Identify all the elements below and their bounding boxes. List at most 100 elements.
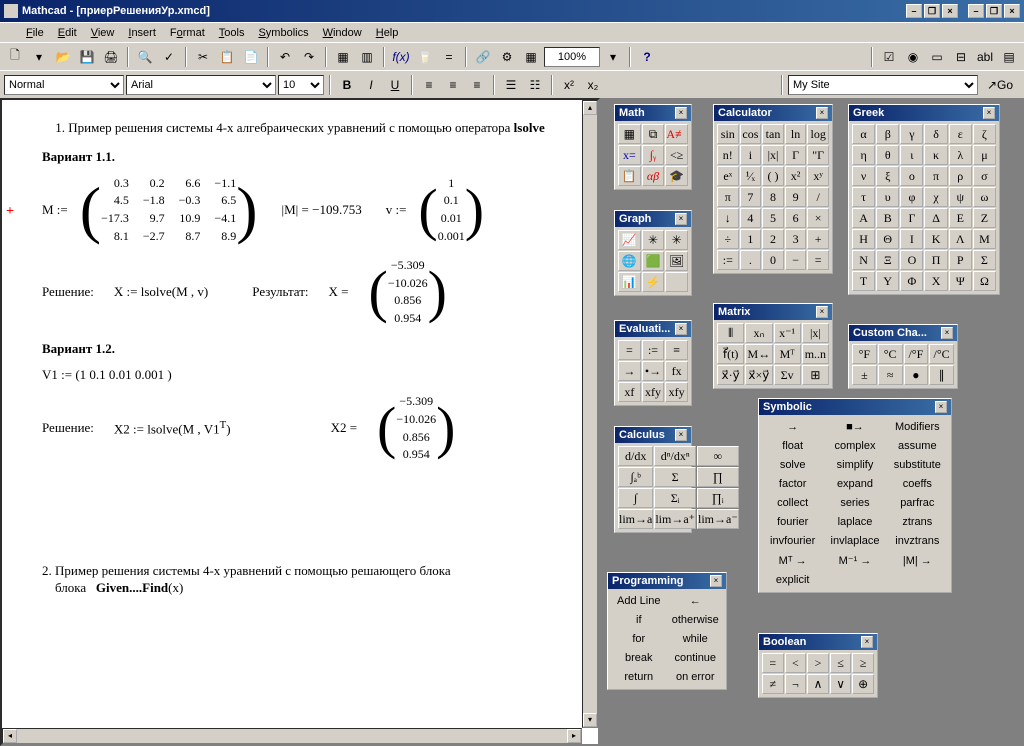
palette-item[interactable]: substitute bbox=[887, 456, 948, 474]
palette-item[interactable]: float bbox=[762, 437, 823, 455]
palette-item[interactable]: coeffs bbox=[887, 475, 948, 493]
graph-btn[interactable]: 🌐 bbox=[618, 251, 641, 271]
menu-symbolics[interactable]: Symbolics bbox=[252, 25, 314, 41]
sup-button[interactable]: x² bbox=[558, 74, 580, 96]
palette-item[interactable]: + bbox=[807, 229, 829, 249]
menu-insert[interactable]: Insert bbox=[122, 25, 162, 41]
palette-item[interactable]: > bbox=[807, 653, 829, 673]
palette-item[interactable]: ≠ bbox=[762, 674, 784, 694]
palette-item[interactable]: / bbox=[807, 187, 829, 207]
palette-item[interactable]: ≈ bbox=[878, 365, 903, 385]
size-select[interactable]: 10 bbox=[278, 75, 324, 95]
document-view[interactable]: + 1. Пример решения системы 4-х алгебраи… bbox=[0, 98, 600, 746]
palette-item[interactable]: invztrans bbox=[887, 532, 948, 550]
palette-item[interactable]: ν bbox=[852, 166, 875, 186]
palette-item[interactable]: Ξ bbox=[876, 250, 899, 270]
palette-item[interactable]: Add Line bbox=[611, 592, 667, 610]
menu-tools[interactable]: Tools bbox=[213, 25, 251, 41]
palette-item[interactable]: xfy bbox=[665, 382, 688, 402]
palette-item[interactable]: ± bbox=[852, 365, 877, 385]
palette-item[interactable] bbox=[887, 571, 948, 589]
pal-push-button[interactable]: ▭ bbox=[926, 46, 948, 68]
palette-item[interactable]: α bbox=[852, 124, 875, 144]
graph-palette[interactable]: Graph× 📈✳✳ 🌐🟩🖼 📊⚡ bbox=[614, 210, 692, 296]
palette-item[interactable]: complex bbox=[824, 437, 885, 455]
palette-item[interactable]: ← bbox=[668, 592, 724, 610]
palette-item[interactable]: Σ bbox=[654, 467, 696, 487]
graph-btn[interactable] bbox=[665, 272, 688, 292]
calc-button[interactable]: = bbox=[438, 46, 460, 68]
palette-item[interactable]: ● bbox=[904, 365, 929, 385]
palette-item[interactable]: = bbox=[762, 653, 784, 673]
graph-btn[interactable]: ⚡ bbox=[642, 272, 665, 292]
palette-item[interactable]: ∞ bbox=[697, 446, 739, 466]
palette-item[interactable]: ∏ bbox=[697, 467, 739, 487]
palette-item[interactable]: . bbox=[740, 250, 762, 270]
menu-format[interactable]: Format bbox=[164, 25, 211, 41]
palette-item[interactable]: × bbox=[807, 208, 829, 228]
palette-item[interactable]: ztrans bbox=[887, 513, 948, 531]
palette-item[interactable]: lim→a bbox=[618, 509, 653, 529]
palette-item[interactable]: /°F bbox=[904, 344, 929, 364]
palette-item[interactable]: Β bbox=[876, 208, 899, 228]
palette-item[interactable]: "Γ bbox=[807, 145, 829, 165]
palette-item[interactable]: collect bbox=[762, 494, 823, 512]
site-select[interactable]: My Site bbox=[788, 75, 978, 95]
pal-slider-button[interactable]: ⊟ bbox=[950, 46, 972, 68]
palette-item[interactable]: on error bbox=[668, 668, 724, 686]
palette-item[interactable]: explicit bbox=[762, 571, 823, 589]
palette-item[interactable]: ■→ bbox=[824, 418, 885, 436]
palette-item[interactable]: − bbox=[785, 250, 807, 270]
go-button[interactable]: ↗Go bbox=[980, 74, 1020, 96]
palette-item[interactable]: 6 bbox=[785, 208, 807, 228]
unit-button[interactable]: 🥛 bbox=[414, 46, 436, 68]
palette-item[interactable]: = bbox=[618, 340, 641, 360]
palette-item[interactable]: |x| bbox=[762, 145, 784, 165]
math-palette[interactable]: Math× ▦⧉A≢ x=∫ᵧ<≥ 📋αβ🎓 bbox=[614, 104, 692, 190]
paste-button[interactable]: 📄 bbox=[240, 46, 262, 68]
palette-item[interactable]: 7 bbox=[740, 187, 762, 207]
palette-item[interactable]: Γ bbox=[900, 208, 923, 228]
close-icon[interactable]: × bbox=[816, 107, 828, 119]
palette-item[interactable]: x⃗×y⃗ bbox=[745, 365, 772, 385]
palette-item[interactable] bbox=[824, 571, 885, 589]
palette-item[interactable]: log bbox=[807, 124, 829, 144]
palette-item[interactable]: ∫ₐᵇ bbox=[618, 467, 653, 487]
bool-palette[interactable]: Boolean× =<>≤≥≠¬∧∨⊕ bbox=[758, 633, 878, 698]
pal-list-button[interactable]: ▤ bbox=[998, 46, 1020, 68]
scrollbar-vertical[interactable]: ▴ ▾ bbox=[582, 100, 598, 728]
new-dropdown[interactable]: ▾ bbox=[28, 46, 50, 68]
symbolic-palette[interactable]: Symbolic× →■→Modifiersfloatcomplexassume… bbox=[758, 398, 952, 593]
preview-button[interactable]: 🔍 bbox=[134, 46, 156, 68]
pal-radio-button[interactable]: ◉ bbox=[902, 46, 924, 68]
math-btn[interactable]: 📋 bbox=[618, 166, 641, 186]
close-icon[interactable]: × bbox=[983, 107, 995, 119]
palette-item[interactable]: series bbox=[824, 494, 885, 512]
copy-button[interactable]: 📋 bbox=[216, 46, 238, 68]
math-btn[interactable]: ⧉ bbox=[642, 124, 665, 144]
math-btn[interactable]: x= bbox=[618, 145, 641, 165]
menu-edit[interactable]: Edit bbox=[52, 25, 83, 41]
palette-item[interactable]: Ζ bbox=[973, 208, 996, 228]
palette-item[interactable]: ι bbox=[900, 145, 923, 165]
palette-item[interactable]: 4 bbox=[740, 208, 762, 228]
palette-item[interactable]: Π bbox=[924, 250, 947, 270]
menu-file[interactable]: File bbox=[20, 25, 50, 41]
palette-item[interactable]: Ψ bbox=[949, 271, 972, 291]
palette-item[interactable]: ⊞ bbox=[802, 365, 829, 385]
palette-item[interactable]: i bbox=[740, 145, 762, 165]
palette-item[interactable]: β bbox=[876, 124, 899, 144]
table-button[interactable]: ▦ bbox=[520, 46, 542, 68]
palette-item[interactable]: for bbox=[611, 630, 667, 648]
palette-item[interactable]: Γ bbox=[785, 145, 807, 165]
math-btn[interactable]: 🎓 bbox=[665, 166, 688, 186]
palette-item[interactable]: ¬ bbox=[785, 674, 807, 694]
palette-item[interactable]: ο bbox=[900, 166, 923, 186]
palette-item[interactable]: fx bbox=[665, 361, 688, 381]
link-button[interactable]: 🔗 bbox=[472, 46, 494, 68]
palette-item[interactable]: d/dx bbox=[618, 446, 653, 466]
palette-item[interactable]: Φ bbox=[900, 271, 923, 291]
palette-item[interactable]: ≥ bbox=[852, 653, 874, 673]
palette-item[interactable]: ⦀ bbox=[717, 323, 744, 343]
palette-item[interactable]: 2 bbox=[762, 229, 784, 249]
